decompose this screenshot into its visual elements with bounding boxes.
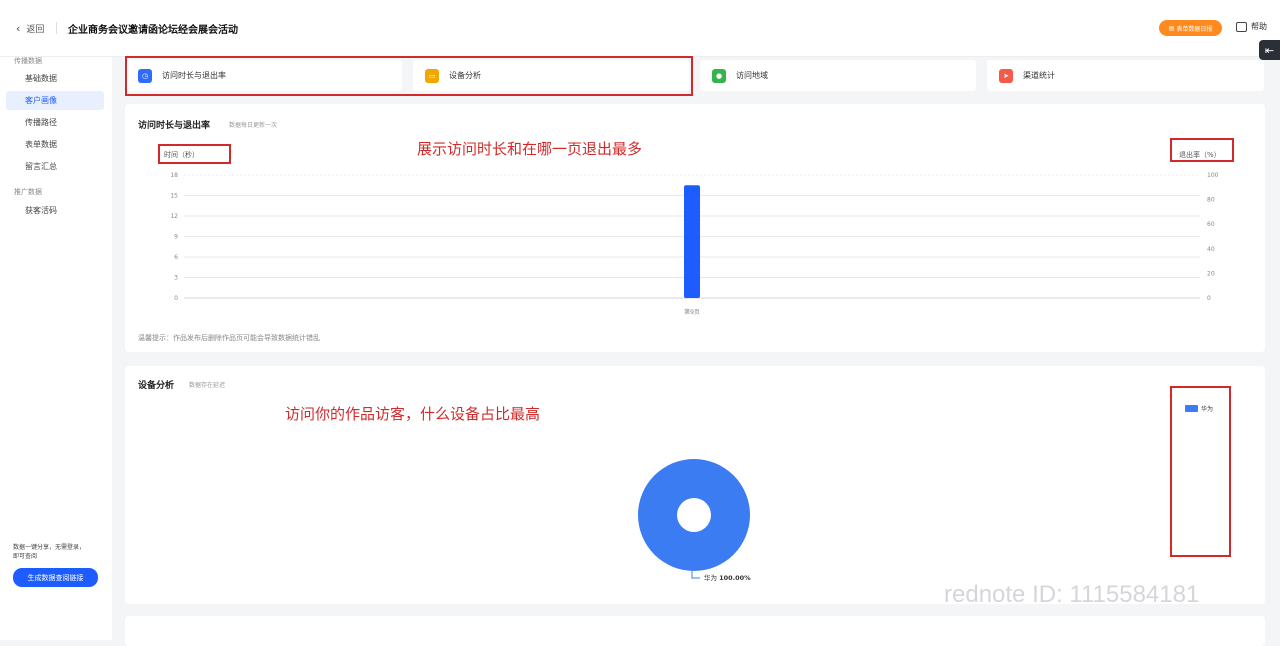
share-note-line1: 数据一键分享，无需登录，	[13, 544, 86, 551]
section-title-duration: 访问时长与退出率	[138, 121, 211, 131]
section-subtitle-device: 数据存在延迟	[189, 382, 226, 389]
top-bar: ‹ 返回 企业商务会议邀请函论坛经会展会活动 ▤ 表单数据日报 帮助	[0, 0, 1280, 57]
sidebar-item-customer-profile[interactable]: 客户画像	[6, 91, 104, 110]
sidebar-item-live-code[interactable]: 获客活码	[6, 201, 104, 220]
watermark: rednote ID: 1115584181	[944, 581, 1200, 608]
annotation-box-tabs	[125, 56, 693, 96]
help-label: 帮助	[1251, 22, 1267, 31]
sidebar-item-form-data[interactable]: 表单数据	[6, 135, 104, 154]
tip-text: 温馨提示：作品发布后删除作品页可能会导致数据统计错乱	[138, 334, 320, 342]
send-icon: ➤	[999, 68, 1013, 83]
chevron-left-icon: ‹	[16, 22, 21, 35]
share-note: 数据一键分享，无需登录， 即可查阅	[13, 543, 103, 561]
duration-card	[125, 104, 1265, 352]
sidebar-group-spread: 传播数据	[14, 57, 42, 65]
tab-visit-region[interactable]: ● 访问地域	[700, 60, 976, 91]
help-button[interactable]: 帮助	[1236, 21, 1267, 32]
next-card	[125, 616, 1265, 646]
back-button[interactable]: ‹ 返回	[16, 22, 44, 35]
sidebar-item-basic-data[interactable]: 基础数据	[6, 69, 104, 88]
sidebar-item-messages[interactable]: 留言汇总	[6, 157, 104, 176]
annotation-box-yaxis	[158, 144, 231, 164]
page-title: 企业商务会议邀请函论坛经会展会活动	[68, 25, 238, 36]
report-button[interactable]: ▤ 表单数据日报	[1159, 20, 1222, 36]
sidebar-group-promotion: 推广数据	[14, 188, 42, 196]
tab-label: 渠道统计	[1023, 71, 1055, 80]
report-icon: ▤	[1168, 24, 1175, 32]
device-card	[125, 366, 1265, 604]
annotation-duration: 展示访问时长和在哪一页退出最多	[417, 140, 643, 158]
back-label: 返回	[26, 25, 45, 35]
section-title-device: 设备分析	[138, 381, 175, 391]
collapse-left-icon[interactable]: ⇤	[1259, 40, 1280, 60]
help-icon	[1236, 21, 1247, 32]
location-icon: ●	[712, 68, 726, 83]
tab-channel-stats[interactable]: ➤ 渠道统计	[987, 60, 1264, 91]
annotation-device: 访问你的作品访客，什么设备占比最高	[285, 405, 541, 423]
annotation-box-legend	[1170, 386, 1231, 557]
tab-label: 访问地域	[736, 71, 768, 80]
section-subtitle-duration: 数据每日更新一次	[229, 122, 278, 129]
annotation-box-y2axis	[1170, 138, 1234, 162]
sidebar: 传播数据 基础数据 客户画像 传播路径 表单数据 留言汇总 推广数据 获客活码 …	[0, 57, 112, 640]
generate-link-button[interactable]: 生成数据查阅链接	[13, 568, 98, 587]
sidebar-item-spread-path[interactable]: 传播路径	[6, 113, 104, 132]
share-note-line2: 即可查阅	[13, 553, 38, 560]
divider	[56, 22, 57, 34]
report-label: 表单数据日报	[1176, 25, 1213, 33]
